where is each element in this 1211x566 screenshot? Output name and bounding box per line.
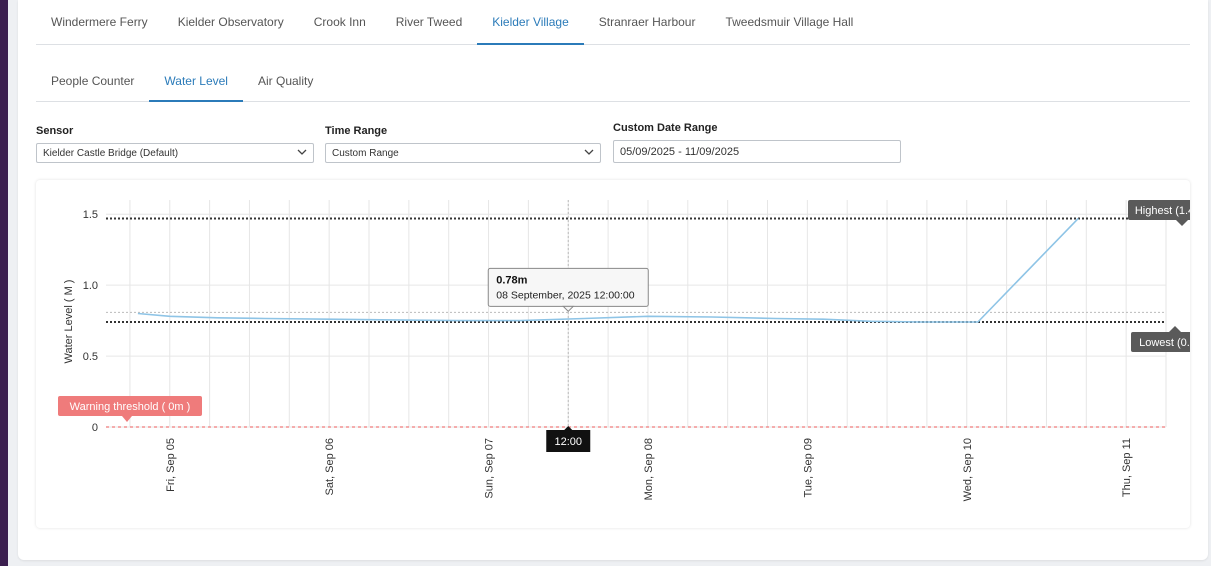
time-range-select-value: Custom Range (332, 147, 399, 159)
chevron-down-icon (584, 149, 594, 155)
custom-date-range-label: Custom Date Range (613, 122, 718, 134)
warning-threshold-pointer (122, 416, 132, 422)
sensor-select[interactable]: Kielder Castle Bridge (Default) (36, 143, 314, 163)
crosshair-x-label-text: 12:00 (554, 436, 582, 448)
x-tick-label: Tue, Sep 09 (802, 438, 814, 498)
chevron-down-icon (297, 149, 307, 155)
time-range-select[interactable]: Custom Range (325, 143, 601, 163)
tab-tweedsmuir-village-hall[interactable]: Tweedsmuir Village Hall (710, 0, 868, 44)
content-panel: Windermere Ferry Kielder Observatory Crook… (18, 0, 1208, 560)
tab-stranraer-harbour[interactable]: Stranraer Harbour (584, 0, 711, 44)
y-tick-label: 0.5 (83, 351, 98, 363)
chart-tooltip-time: 08 September, 2025 12:00:00 (496, 289, 635, 301)
tab-kielder-observatory[interactable]: Kielder Observatory (163, 0, 299, 44)
chart-tooltip-value: 0.78m (496, 274, 527, 286)
warning-threshold-badge: Warning threshold ( 0m ) (58, 396, 202, 422)
lowest-badge: Lowest (0.74m) (1131, 326, 1190, 352)
chart-tooltip-pointer (562, 305, 575, 313)
custom-date-range-input[interactable]: 05/09/2025 - 11/09/2025 (613, 140, 901, 163)
tab-people-counter[interactable]: People Counter (36, 60, 149, 101)
y-tick-label: 0 (92, 422, 98, 434)
y-axis-label: Water Level ( M ) (63, 280, 75, 364)
tab-kielder-village[interactable]: Kielder Village (477, 0, 584, 45)
crosshair-x-label: 12:00 (546, 426, 591, 452)
y-tick-label: 1.0 (83, 280, 98, 292)
highest-badge-pointer (1176, 220, 1188, 226)
sensor-label: Sensor (36, 125, 74, 137)
lowest-badge-pointer (1169, 326, 1181, 332)
tab-crook-inn[interactable]: Crook Inn (299, 0, 381, 44)
x-tick-label: Fri, Sep 05 (165, 438, 177, 492)
water-level-chart[interactable]: 0 0.5 1.0 1.5 Water Level ( M ) Fri, Sep 05 Sa… (36, 180, 1190, 528)
lowest-badge-text: Lowest (0.74m) (1139, 337, 1190, 349)
highest-badge-text: Highest (1.47m) (1135, 205, 1190, 217)
tab-air-quality[interactable]: Air Quality (243, 60, 328, 101)
metric-tabs: People Counter Water Level Air Quality (36, 60, 1190, 102)
x-tick-label: Thu, Sep 11 (1121, 438, 1133, 497)
chart-tooltip: 0.78m 08 September, 2025 12:00:00 (487, 267, 649, 313)
location-tabs: Windermere Ferry Kielder Observatory Crook… (36, 0, 1190, 45)
x-tick-label: Sat, Sep 06 (324, 438, 336, 496)
y-tick-label: 1.5 (83, 209, 98, 221)
x-tick-label: Sun, Sep 07 (484, 438, 496, 499)
tab-water-level[interactable]: Water Level (149, 60, 243, 102)
tab-river-tweed[interactable]: River Tweed (381, 0, 477, 44)
time-range-label: Time Range (325, 125, 388, 137)
sensor-select-value: Kielder Castle Bridge (Default) (43, 147, 179, 159)
x-tick-label: Wed, Sep 10 (962, 438, 974, 501)
tab-windermere-ferry[interactable]: Windermere Ferry (36, 0, 163, 44)
x-tick-label: Mon, Sep 08 (643, 438, 655, 500)
chart-card: 0 0.5 1.0 1.5 Water Level ( M ) Fri, Sep 05 Sa… (36, 180, 1190, 528)
highest-badge: Highest (1.47m) (1128, 200, 1190, 226)
warning-threshold-badge-text: Warning threshold ( 0m ) (70, 401, 191, 413)
left-sidebar-edge (0, 0, 8, 566)
